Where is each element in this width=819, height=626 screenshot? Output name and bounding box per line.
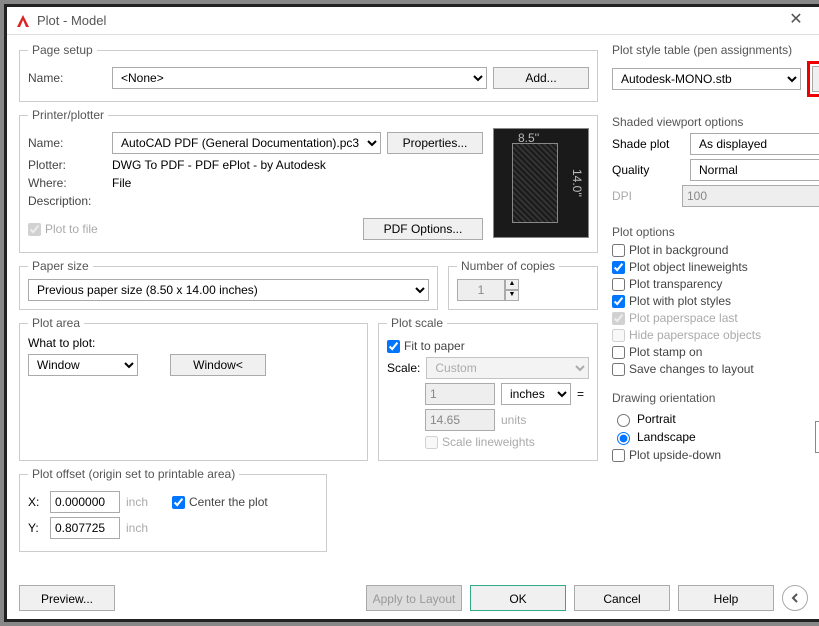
plotter-label: Plotter:	[28, 158, 106, 172]
plot-area-group: Plot area What to plot: Window Window<	[19, 316, 368, 461]
scale-denominator	[425, 409, 495, 431]
cancel-button[interactable]: Cancel	[574, 585, 670, 611]
pagesetup-name-label: Name:	[28, 71, 106, 85]
orientation-icon	[815, 421, 819, 453]
y-unit: inch	[126, 521, 148, 535]
shade-plot-select[interactable]: As displayed	[690, 133, 819, 155]
units-label: units	[501, 413, 526, 427]
where-value: File	[112, 176, 131, 190]
save-changes-check[interactable]: Save changes to layout	[612, 362, 819, 376]
paper-preview: 8.5'' 14.0''	[493, 128, 589, 238]
plot-scale-legend: Plot scale	[387, 316, 447, 330]
plot-with-styles-check[interactable]: Plot with plot styles	[612, 294, 819, 308]
orientation-group: Drawing orientation Portrait Landscape P…	[612, 391, 819, 469]
portrait-radio[interactable]: Portrait	[612, 411, 815, 427]
what-to-plot-select[interactable]: Window	[28, 354, 138, 376]
hide-paperspace-check: Hide paperspace objects	[612, 328, 819, 342]
page-setup-legend: Page setup	[28, 43, 97, 57]
shade-plot-label: Shade plot	[612, 137, 684, 151]
printer-group: Printer/plotter Name: AutoCAD PDF (Gener…	[19, 108, 598, 253]
shaded-viewport-group: Shaded viewport options Shade plot As dis…	[612, 115, 819, 215]
scale-lineweights-check: Scale lineweights	[425, 435, 589, 449]
chevron-left-icon	[789, 592, 801, 604]
plot-offset-group: Plot offset (origin set to printable are…	[19, 467, 327, 552]
copies-up[interactable]: ▲	[505, 279, 519, 290]
plot-offset-legend: Plot offset (origin set to printable are…	[28, 467, 239, 481]
plot-transparency-check[interactable]: Plot transparency	[612, 277, 819, 291]
scale-select: Custom	[426, 357, 589, 379]
dpi-label: DPI	[612, 189, 676, 203]
paper-size-legend: Paper size	[28, 259, 93, 273]
copies-group: Number of copies ▲▼	[448, 259, 598, 310]
preview-button[interactable]: Preview...	[19, 585, 115, 611]
plot-lineweights-check[interactable]: Plot object lineweights	[612, 260, 819, 274]
edit-plot-style-button[interactable]	[812, 66, 819, 92]
equals-label: =	[577, 387, 584, 401]
printer-name-select[interactable]: AutoCAD PDF (General Documentation).pc3	[112, 132, 381, 154]
printer-legend: Printer/plotter	[28, 108, 108, 122]
properties-button[interactable]: Properties...	[387, 132, 483, 154]
window-title: Plot - Model	[37, 13, 780, 28]
copies-input	[457, 279, 505, 301]
copies-down[interactable]: ▼	[505, 290, 519, 301]
quality-label: Quality	[612, 163, 684, 177]
shaded-legend: Shaded viewport options	[612, 115, 819, 129]
plot-dialog: Plot - Model ✕ Page setup Name: <None> A…	[4, 4, 819, 622]
pagesetup-name-select[interactable]: <None>	[112, 67, 487, 89]
scale-unit-select[interactable]: inches	[501, 383, 571, 405]
plotter-value: DWG To PDF - PDF ePlot - by Autodesk	[112, 158, 326, 172]
x-unit: inch	[126, 495, 148, 509]
plot-options-legend: Plot options	[612, 225, 819, 239]
y-input[interactable]	[50, 517, 120, 539]
plot-options-group: Plot options Plot in background Plot obj…	[612, 225, 819, 383]
plot-style-legend: Plot style table (pen assignments)	[612, 43, 819, 57]
apply-to-layout-button: Apply to Layout	[366, 585, 462, 611]
dpi-input	[682, 185, 819, 207]
quality-select[interactable]: Normal	[690, 159, 819, 181]
landscape-radio[interactable]: Landscape	[612, 429, 815, 445]
y-label: Y:	[28, 521, 44, 535]
plot-area-legend: Plot area	[28, 316, 84, 330]
ok-button[interactable]: OK	[470, 585, 566, 611]
page-setup-group: Page setup Name: <None> Add...	[19, 43, 598, 102]
where-label: Where:	[28, 176, 106, 190]
plot-paperspace-last-check: Plot paperspace last	[612, 311, 819, 325]
x-input[interactable]	[50, 491, 120, 513]
plot-to-file-check: Plot to file	[28, 222, 98, 236]
plot-scale-group: Plot scale Fit to paper Scale: Custom in…	[378, 316, 598, 461]
title-bar: Plot - Model ✕	[7, 7, 819, 35]
scale-numerator	[425, 383, 495, 405]
help-button[interactable]: Help	[678, 585, 774, 611]
x-label: X:	[28, 495, 44, 509]
add-button[interactable]: Add...	[493, 67, 589, 89]
plot-style-select[interactable]: Autodesk-MONO.stb	[612, 68, 801, 90]
plot-background-check[interactable]: Plot in background	[612, 243, 819, 257]
collapse-button[interactable]	[782, 585, 808, 611]
pdf-options-button[interactable]: PDF Options...	[363, 218, 483, 240]
orientation-legend: Drawing orientation	[612, 391, 819, 405]
center-plot-check[interactable]: Center the plot	[172, 495, 268, 509]
fit-to-paper-check[interactable]: Fit to paper	[387, 339, 589, 353]
plot-style-group: Plot style table (pen assignments) Autod…	[612, 43, 819, 105]
preview-height: 14.0''	[570, 169, 584, 197]
close-button[interactable]: ✕	[780, 9, 812, 33]
description-label: Description:	[28, 194, 106, 208]
autocad-icon	[15, 13, 31, 29]
copies-legend: Number of copies	[457, 259, 559, 273]
what-to-plot-label: What to plot:	[28, 336, 359, 350]
highlight-box	[807, 61, 819, 97]
paper-size-group: Paper size Previous paper size (8.50 x 1…	[19, 259, 438, 310]
scale-label: Scale:	[387, 361, 420, 375]
printer-name-label: Name:	[28, 136, 106, 150]
upside-down-check[interactable]: Plot upside-down	[612, 448, 815, 462]
bottom-bar: Preview... Apply to Layout OK Cancel Hel…	[19, 585, 808, 611]
paper-size-select[interactable]: Previous paper size (8.50 x 14.00 inches…	[28, 279, 429, 301]
window-pick-button[interactable]: Window<	[170, 354, 266, 376]
plot-stamp-check[interactable]: Plot stamp on	[612, 345, 819, 359]
